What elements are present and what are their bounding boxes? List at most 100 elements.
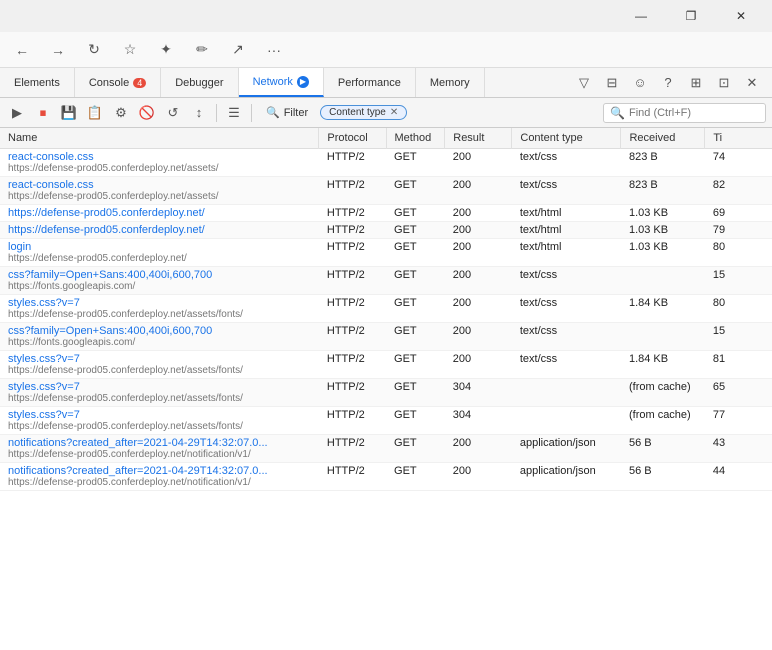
cell-time: 74 — [705, 149, 772, 177]
tab-network-label: Network — [253, 76, 293, 88]
back-button[interactable]: ← — [8, 36, 36, 64]
tab-debugger-label: Debugger — [175, 77, 223, 89]
tab-memory-label: Memory — [430, 77, 470, 89]
cell-received: 56 B — [621, 435, 705, 463]
col-header-contenttype[interactable]: Content type — [512, 128, 621, 149]
cell-received — [621, 323, 705, 351]
tab-debugger[interactable]: Debugger — [161, 68, 238, 97]
tab-network[interactable]: Network ▶ — [239, 68, 324, 97]
col-header-result[interactable]: Result — [445, 128, 512, 149]
cell-protocol: HTTP/2 — [319, 407, 386, 435]
cell-received: (from cache) — [621, 407, 705, 435]
content-type-filter-close[interactable]: ✕ — [390, 107, 398, 118]
resource-name: react-console.css — [8, 179, 94, 191]
pen-icon[interactable]: ✏ — [188, 36, 216, 64]
table-row[interactable]: react-console.csshttps://defense-prod05.… — [0, 177, 772, 205]
cell-received: 1.84 KB — [621, 351, 705, 379]
cell-received: 1.03 KB — [621, 205, 705, 222]
cell-result: 200 — [445, 295, 512, 323]
cell-method: GET — [386, 463, 445, 491]
cell-contenttype: text/css — [512, 351, 621, 379]
tab-elements-label: Elements — [14, 77, 60, 89]
table-row[interactable]: styles.css?v=7https://defense-prod05.con… — [0, 407, 772, 435]
cell-method: GET — [386, 407, 445, 435]
close-devtools-icon[interactable]: ✕ — [740, 71, 764, 95]
undock-icon[interactable]: ⊡ — [712, 71, 736, 95]
table-row[interactable]: https://defense-prod05.conferdeploy.net/… — [0, 205, 772, 222]
table-row[interactable]: loginhttps://defense-prod05.conferdeploy… — [0, 239, 772, 267]
table-row[interactable]: css?family=Open+Sans:400,400i,600,700htt… — [0, 323, 772, 351]
cell-name: notifications?created_after=2021-04-29T1… — [0, 463, 319, 491]
help-icon[interactable]: ? — [656, 71, 680, 95]
cell-contenttype: text/html — [512, 239, 621, 267]
filter-button[interactable]: 🔍 Filter — [258, 104, 316, 121]
more-icon[interactable]: ··· — [260, 36, 288, 64]
search-box[interactable]: 🔍 — [603, 103, 766, 123]
cell-name: https://defense-prod05.conferdeploy.net/ — [0, 205, 319, 222]
resource-name: css?family=Open+Sans:400,400i,600,700 — [8, 325, 212, 337]
cell-protocol: HTTP/2 — [319, 463, 386, 491]
disable-cache-button[interactable]: ↺ — [162, 102, 184, 124]
import-har-button[interactable]: 📋 — [84, 102, 106, 124]
table-row[interactable]: styles.css?v=7https://defense-prod05.con… — [0, 295, 772, 323]
console-drawer-icon[interactable]: ⊟ — [600, 71, 624, 95]
resource-name: styles.css?v=7 — [8, 409, 80, 421]
cell-result: 200 — [445, 239, 512, 267]
cell-protocol: HTTP/2 — [319, 239, 386, 267]
tab-memory[interactable]: Memory — [416, 68, 485, 97]
cell-name: styles.css?v=7https://defense-prod05.con… — [0, 379, 319, 407]
table-row[interactable]: styles.css?v=7https://defense-prod05.con… — [0, 379, 772, 407]
resource-url: https://defense-prod05.conferdeploy.net/… — [8, 163, 311, 174]
cell-received: 823 B — [621, 177, 705, 205]
table-row[interactable]: styles.css?v=7https://defense-prod05.con… — [0, 351, 772, 379]
cell-method: GET — [386, 239, 445, 267]
maximize-button[interactable]: ❐ — [668, 0, 714, 32]
tab-performance[interactable]: Performance — [324, 68, 416, 97]
col-header-protocol[interactable]: Protocol — [319, 128, 386, 149]
cell-protocol: HTTP/2 — [319, 323, 386, 351]
table-row[interactable]: css?family=Open+Sans:400,400i,600,700htt… — [0, 267, 772, 295]
star-icon[interactable]: ✦ — [152, 36, 180, 64]
col-header-time[interactable]: Ti — [705, 128, 772, 149]
resource-url: https://fonts.googleapis.com/ — [8, 337, 311, 348]
table-row[interactable]: https://defense-prod05.conferdeploy.net/… — [0, 222, 772, 239]
resource-name: https://defense-prod05.conferdeploy.net/ — [8, 224, 205, 236]
dock-icon[interactable]: ⊞ — [684, 71, 708, 95]
cell-name: loginhttps://defense-prod05.conferdeploy… — [0, 239, 319, 267]
save-har-button[interactable]: 💾 — [58, 102, 80, 124]
smiley-icon[interactable]: ☺ — [628, 71, 652, 95]
resource-name: styles.css?v=7 — [8, 381, 80, 393]
tab-elements[interactable]: Elements — [0, 68, 75, 97]
clear-button[interactable]: 🚫 — [136, 102, 158, 124]
throttle-button[interactable]: ↕ — [188, 102, 210, 124]
stop-button[interactable]: ⏹ — [32, 102, 54, 124]
filter-icon[interactable]: ▽ — [572, 71, 596, 95]
close-button[interactable]: ✕ — [718, 0, 764, 32]
table-row[interactable]: notifications?created_after=2021-04-29T1… — [0, 435, 772, 463]
cell-contenttype — [512, 407, 621, 435]
col-header-name[interactable]: Name — [0, 128, 319, 149]
content-type-filter-tag[interactable]: Content type ✕ — [320, 105, 407, 120]
console-badge: 4 — [133, 78, 146, 88]
record-button[interactable]: ▶ — [6, 102, 28, 124]
network-toolbar: ▶ ⏹ 💾 📋 ⚙ 🚫 ↺ ↕ ☰ 🔍 Filter Content type … — [0, 98, 772, 128]
network-settings-button[interactable]: ⚙ — [110, 102, 132, 124]
cell-time: 80 — [705, 295, 772, 323]
col-header-method[interactable]: Method — [386, 128, 445, 149]
refresh-button[interactable]: ↻ — [80, 36, 108, 64]
col-header-received[interactable]: Received — [621, 128, 705, 149]
more-filters-button[interactable]: ☰ — [223, 102, 245, 124]
tab-console[interactable]: Console 4 — [75, 68, 161, 97]
search-input[interactable] — [629, 107, 759, 119]
table-row[interactable]: react-console.csshttps://defense-prod05.… — [0, 149, 772, 177]
cell-contenttype — [512, 379, 621, 407]
minimize-button[interactable]: — — [618, 0, 664, 32]
title-bar: — ❐ ✕ — [0, 0, 772, 32]
bookmark-icon[interactable]: ☆ — [116, 36, 144, 64]
resource-url: https://fonts.googleapis.com/ — [8, 281, 311, 292]
table-row[interactable]: notifications?created_after=2021-04-29T1… — [0, 463, 772, 491]
share-icon[interactable]: ↗ — [224, 36, 252, 64]
cell-name: styles.css?v=7https://defense-prod05.con… — [0, 295, 319, 323]
forward-button[interactable]: → — [44, 36, 72, 64]
cell-time: 82 — [705, 177, 772, 205]
